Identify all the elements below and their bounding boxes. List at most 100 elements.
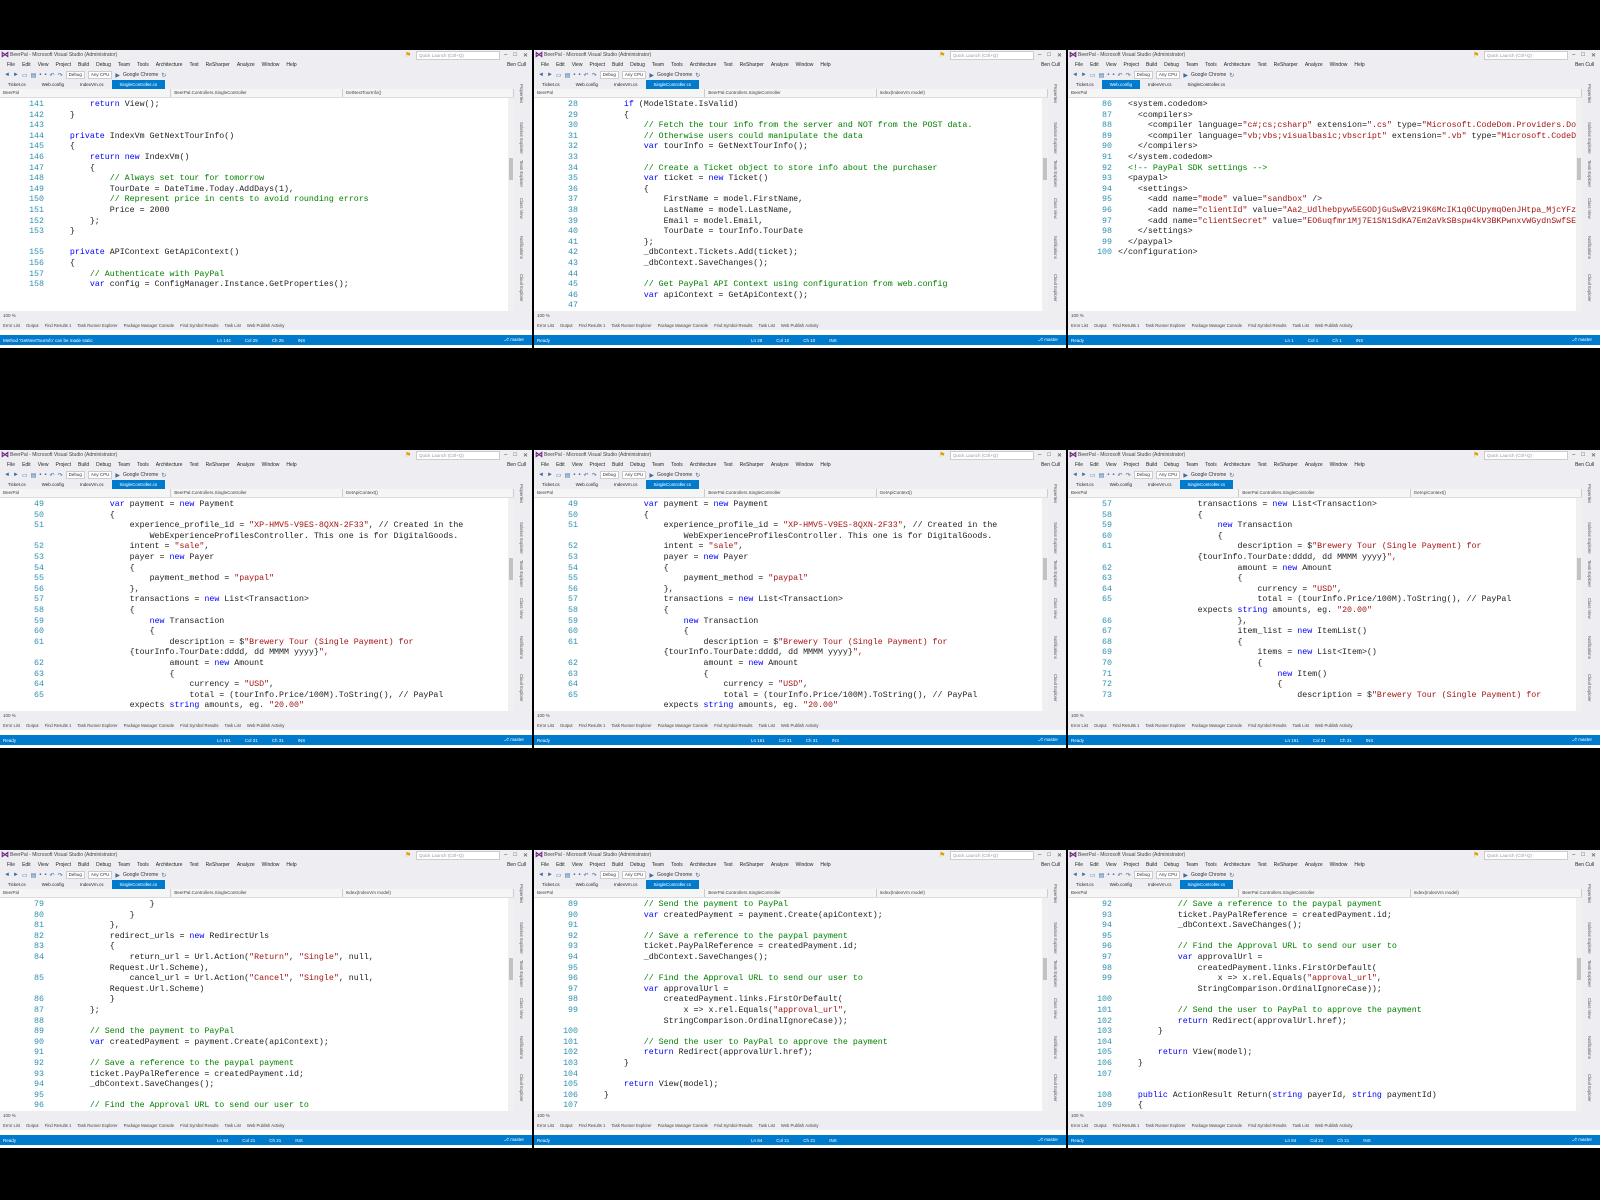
menu-item[interactable]: Team <box>118 862 130 868</box>
tool-window-tab[interactable]: Error List <box>1071 1123 1088 1128</box>
menu-item[interactable]: Test <box>723 862 732 868</box>
menu-item[interactable]: Help <box>1354 62 1364 68</box>
tool-window-tab[interactable]: Find Symbol Results <box>714 1123 752 1128</box>
platform-select[interactable]: Any CPU <box>621 71 647 79</box>
navigation-combo[interactable]: Index(IndexVm model) <box>1411 889 1582 897</box>
zoom-level[interactable]: 100 % <box>1068 1111 1582 1120</box>
side-panel-tab[interactable]: Notifications <box>1053 1036 1058 1059</box>
notification-flag-icon[interactable]: ⚑ <box>1473 52 1480 59</box>
maximize-icon[interactable]: □ <box>1581 852 1585 859</box>
navigation-combo[interactable]: BeerPal.Controllers.SingleController <box>171 489 343 497</box>
new-file-icon[interactable]: ▭ <box>22 472 28 479</box>
menu-item[interactable]: ReSharper <box>1274 862 1298 868</box>
document-tab[interactable]: IndexVm.cs <box>72 880 112 889</box>
document-tab[interactable]: Web.config <box>568 880 606 889</box>
save-icon[interactable]: ▪ <box>573 472 575 478</box>
run-icon[interactable]: ▶ <box>1183 472 1188 479</box>
side-panel-tab[interactable]: Cloud Explorer <box>519 674 524 702</box>
menu-item[interactable]: Build <box>78 62 89 68</box>
navigation-combo[interactable]: GetNextTourInfo() <box>343 89 514 97</box>
side-panel-tab[interactable]: Notifications <box>1587 1036 1592 1059</box>
side-panel-tab[interactable]: Properties <box>1587 884 1592 903</box>
tool-window-tab[interactable]: Task Runner Explorer <box>1145 1123 1185 1128</box>
close-icon[interactable]: ✕ <box>523 452 528 459</box>
tool-window-tab[interactable]: Package Manager Console <box>1192 1123 1243 1128</box>
side-panel-tab[interactable]: Properties <box>519 484 524 503</box>
undo-icon[interactable]: ↶ <box>1118 872 1123 879</box>
side-panel-tab[interactable]: Notifications <box>519 236 524 259</box>
side-panel-tab[interactable]: Cloud Explorer <box>519 274 524 302</box>
tool-window-tab[interactable]: Task List <box>1293 1123 1309 1128</box>
menu-item[interactable]: File <box>7 862 15 868</box>
forward-icon[interactable]: ► <box>547 472 553 478</box>
document-tab[interactable]: Ticket.cs <box>1068 80 1102 89</box>
platform-select[interactable]: Any CPU <box>1155 871 1181 879</box>
side-panel-tab[interactable]: Properties <box>1587 484 1592 503</box>
git-branch[interactable]: ⎇ master <box>1038 737 1058 743</box>
tool-window-tab[interactable]: Web Publish Activity <box>781 1123 819 1128</box>
menu-item[interactable]: ReSharper <box>1274 462 1298 468</box>
git-branch[interactable]: ⎇ master <box>1572 1137 1592 1143</box>
menu-item[interactable]: Test <box>723 62 732 68</box>
menu-item[interactable]: View <box>572 462 583 468</box>
navigation-combo[interactable]: BeerPal <box>1068 89 1582 97</box>
tool-window-tab[interactable]: Find Symbol Results <box>714 723 752 728</box>
menu-item[interactable]: Help <box>1354 862 1364 868</box>
document-tab[interactable]: SingleController.cs <box>645 480 700 489</box>
tool-window-tab[interactable]: Find Symbol Results <box>1248 723 1286 728</box>
document-tab[interactable]: SingleController.cs <box>1180 80 1234 89</box>
menu-item[interactable]: Tools <box>671 62 683 68</box>
menu-item[interactable]: Architecture <box>156 862 183 868</box>
menu-item[interactable]: Team <box>118 62 130 68</box>
document-tab[interactable]: IndexVm.cs <box>1140 880 1180 889</box>
minimize-icon[interactable]: – <box>1038 52 1041 59</box>
tool-window-tab[interactable]: Error List <box>3 323 20 328</box>
menu-item[interactable]: Help <box>820 862 830 868</box>
maximize-icon[interactable]: □ <box>513 52 517 59</box>
side-panel-tab[interactable]: Notifications <box>1053 236 1058 259</box>
platform-select[interactable]: Any CPU <box>621 471 647 479</box>
side-panel-tab[interactable]: Properties <box>1053 484 1058 503</box>
user-name[interactable]: Ben Cull <box>507 62 526 68</box>
back-icon[interactable]: ◄ <box>1072 472 1078 478</box>
redo-icon[interactable]: ↷ <box>1126 72 1131 79</box>
document-tab[interactable]: SingleController.cs <box>1179 480 1234 489</box>
forward-icon[interactable]: ► <box>13 872 19 878</box>
run-icon[interactable]: ▶ <box>649 72 654 79</box>
tool-window-tab[interactable]: Task List <box>759 1123 775 1128</box>
user-name[interactable]: Ben Cull <box>1575 62 1594 68</box>
browser-select[interactable]: Google Chrome <box>1191 72 1226 78</box>
run-icon[interactable]: ▶ <box>115 472 120 479</box>
refresh-icon[interactable]: ↻ <box>161 472 166 479</box>
code-editor[interactable]: 49 var payment = new Payment 50 {51 exper… <box>0 498 514 711</box>
menu-item[interactable]: Project <box>55 62 71 68</box>
undo-icon[interactable]: ↶ <box>584 472 589 479</box>
menu-item[interactable]: Build <box>78 862 89 868</box>
menu-item[interactable]: Window <box>1330 862 1348 868</box>
minimize-icon[interactable]: – <box>1572 452 1575 459</box>
document-tab[interactable]: SingleController.cs <box>645 80 700 89</box>
undo-icon[interactable]: ↶ <box>50 872 55 879</box>
run-icon[interactable]: ▶ <box>649 472 654 479</box>
document-tab[interactable]: IndexVm.cs <box>606 880 646 889</box>
redo-icon[interactable]: ↷ <box>592 72 597 79</box>
git-branch[interactable]: ⎇ master <box>1038 1137 1058 1143</box>
menu-item[interactable]: Debug <box>96 862 111 868</box>
code-editor[interactable]: 49 var payment = new Payment 50 {51 exper… <box>534 498 1048 711</box>
navigation-combo[interactable]: GetApiContext() <box>343 489 514 497</box>
navigation-combo[interactable]: GetApiContext() <box>877 489 1048 497</box>
code-editor[interactable]: 92 // Save a reference to the paypal pay… <box>1068 898 1582 1111</box>
menu-item[interactable]: Help <box>286 862 296 868</box>
tool-window-tab[interactable]: Package Manager Console <box>658 1123 709 1128</box>
tool-window-tab[interactable]: Task List <box>1293 723 1309 728</box>
menu-item[interactable]: ReSharper <box>740 462 764 468</box>
forward-icon[interactable]: ► <box>1081 472 1087 478</box>
menu-item[interactable]: Architecture <box>690 862 717 868</box>
tool-window-tab[interactable]: Find Results 1 <box>1113 1123 1140 1128</box>
tool-window-tab[interactable]: Task Runner Explorer <box>611 323 651 328</box>
save-icon[interactable]: ▪ <box>1107 872 1109 878</box>
side-panel-tab[interactable]: Properties <box>1053 84 1058 103</box>
menu-item[interactable]: Window <box>796 462 814 468</box>
menu-item[interactable]: Team <box>118 462 130 468</box>
side-panel-tab[interactable]: Properties <box>519 884 524 903</box>
